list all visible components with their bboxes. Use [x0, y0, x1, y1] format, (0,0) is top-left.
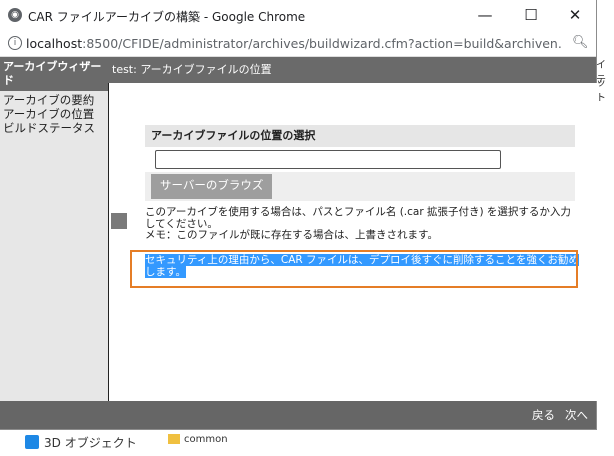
sidebar-item-summary[interactable]: アーカイブの要約 — [3, 93, 95, 107]
folder-icon — [168, 434, 180, 444]
background-explorer-right: イテ ット — [594, 50, 614, 450]
note-usage: このアーカイブを使用する場合は、パスとファイル名 (.car 拡張子付き) を選… — [145, 206, 571, 230]
background-explorer-bottom: 3D オブジェクト common — [0, 428, 614, 456]
back-button[interactable]: 戻る — [532, 408, 555, 422]
wizard-footer: 戻る 次へ — [0, 401, 596, 429]
dialog-body: アーカイブファイルの位置の選択 サーバーのブラウズ このアーカイブを使用する場合… — [108, 83, 597, 401]
archive-path-input[interactable] — [155, 150, 501, 169]
browse-row: サーバーのブラウズ — [145, 172, 575, 201]
bg-item-3d-objects[interactable]: 3D オブジェクト — [44, 434, 137, 451]
section-label: アーカイブファイルの位置の選択 — [145, 125, 575, 147]
page-content: アーカイブウィザード アーカイブの要約 アーカイブの位置 ビルドステータス te… — [0, 57, 597, 429]
close-button[interactable]: ✕ — [557, 4, 593, 26]
address-bar[interactable]: i localhost:8500/CFIDE/administrator/arc… — [0, 31, 596, 57]
sidebar-item-build-status[interactable]: ビルドステータス — [3, 121, 95, 135]
window-title: CAR ファイルアーカイブの構築 - Google Chrome — [28, 10, 306, 24]
minimize-button[interactable]: — — [467, 4, 503, 26]
side-marker — [111, 213, 127, 229]
location-fieldset: アーカイブファイルの位置の選択 サーバーのブラウズ — [145, 125, 575, 201]
zoom-icon[interactable]: 🔍︎ — [572, 35, 589, 50]
wizard-sidebar: アーカイブウィザード アーカイブの要約 アーカイブの位置 ビルドステータス — [0, 57, 108, 429]
chrome-popup-window: ◉ CAR ファイルアーカイブの構築 - Google Chrome — ☐ ✕… — [0, 0, 597, 429]
sidebar-items: アーカイブの要約 アーカイブの位置 ビルドステータス — [3, 93, 95, 135]
3d-objects-icon — [25, 435, 39, 449]
notes: このアーカイブを使用する場合は、パスとファイル名 (.car 拡張子付き) を選… — [145, 206, 581, 242]
bg-item-folder[interactable]: common — [184, 434, 228, 445]
note-overwrite: メモ：このファイルが既に存在する場合は、上書きされます。 — [145, 229, 438, 241]
url-text[interactable]: localhost:8500/CFIDE/administrator/archi… — [26, 36, 561, 51]
maximize-button[interactable]: ☐ — [513, 4, 549, 26]
sidebar-heading: アーカイブウィザード — [0, 57, 108, 91]
chrome-app-icon: ◉ — [8, 8, 22, 22]
title-bar[interactable]: ◉ CAR ファイルアーカイブの構築 - Google Chrome — ☐ ✕ — [0, 0, 596, 31]
bg-text: ット — [596, 78, 606, 104]
browse-server-button[interactable]: サーバーのブラウズ — [151, 174, 273, 199]
info-icon[interactable]: i — [8, 36, 22, 50]
highlight-callout-box — [130, 250, 578, 288]
footer-buttons: 戻る 次へ — [522, 407, 588, 423]
dialog-header: test: アーカイブファイルの位置 — [108, 57, 596, 83]
url-host: localhost — [26, 36, 83, 51]
sidebar-item-location[interactable]: アーカイブの位置 — [3, 107, 95, 121]
next-button[interactable]: 次へ — [565, 408, 588, 422]
url-path: :8500/CFIDE/administrator/archives/build… — [82, 36, 561, 51]
